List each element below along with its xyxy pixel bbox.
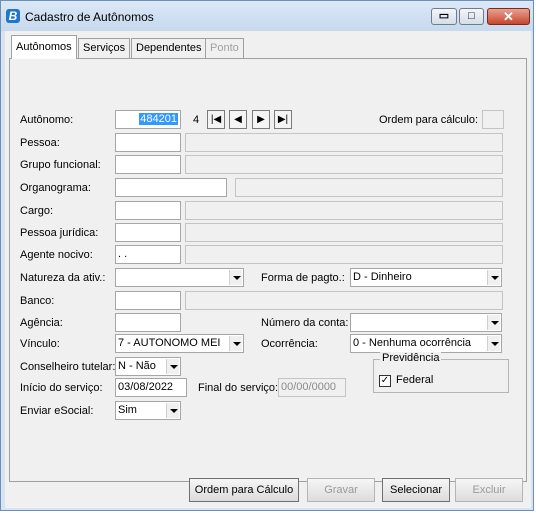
agente-nocivo-desc: [185, 245, 503, 264]
organograma-label: Organograma:: [20, 182, 91, 194]
last-icon: ▶|: [277, 114, 289, 125]
next-icon: ▶: [257, 114, 265, 125]
tab-servicos[interactable]: Serviços: [78, 38, 131, 58]
enviar-esocial-label: Enviar eSocial:: [20, 405, 94, 417]
pessoa-juridica-desc: [185, 223, 503, 242]
agencia-input[interactable]: [115, 313, 181, 332]
forma-pagto-label: Forma de pagto.:: [261, 272, 345, 284]
organograma-desc: [235, 178, 503, 197]
maximize-button[interactable]: □: [459, 8, 484, 25]
ocorrencia-label: Ocorrência:: [261, 338, 318, 350]
window-title: Cadastro de Autônomos: [25, 10, 154, 24]
inicio-servico-label: Início do serviço:: [20, 382, 103, 394]
chevron-down-icon: [487, 270, 500, 285]
close-icon: ✕: [503, 9, 514, 24]
vinculo-label: Vínculo:: [20, 338, 60, 350]
chevron-down-icon: [487, 315, 500, 330]
pessoa-juridica-input[interactable]: [115, 223, 181, 242]
grupo-funcional-label: Grupo funcional:: [20, 159, 101, 171]
prev-icon: ◀: [234, 114, 242, 125]
chevron-down-icon: [229, 336, 242, 351]
autonomo-code-input[interactable]: 484201: [115, 110, 181, 129]
cargo-label: Cargo:: [20, 205, 54, 217]
pessoa-label: Pessoa:: [20, 137, 60, 149]
pessoa-name-field: [185, 133, 503, 152]
vinculo-select[interactable]: 7 - AUTONOMO MEI: [115, 334, 244, 353]
chevron-down-icon: [229, 270, 242, 285]
grupo-funcional-input[interactable]: [115, 155, 181, 174]
previdencia-group: [373, 359, 509, 393]
organograma-input[interactable]: [115, 178, 227, 197]
tab-ponto: Ponto: [205, 38, 244, 58]
last-record-button[interactable]: ▶|: [274, 110, 292, 129]
chevron-down-icon: [166, 359, 179, 374]
autonomo-label: Autônomo:: [20, 114, 74, 126]
forma-pagto-select[interactable]: D - Dinheiro: [350, 268, 502, 287]
selecionar-button[interactable]: Selecionar: [382, 478, 450, 502]
inicio-servico-input[interactable]: 03/08/2022: [115, 378, 187, 397]
minimize-button[interactable]: ▭: [431, 8, 457, 25]
agente-nocivo-input[interactable]: . .: [115, 245, 181, 264]
final-servico-field: 00/00/0000: [278, 378, 346, 397]
prev-record-button[interactable]: ◀: [229, 110, 247, 129]
autonomo-digit: 4: [193, 114, 200, 126]
gravar-button: Gravar: [307, 478, 375, 502]
grupo-funcional-desc: [185, 155, 503, 174]
natureza-ativ-label: Natureza da ativ.:: [20, 272, 106, 284]
check-icon: ✓: [380, 375, 390, 386]
agente-nocivo-label: Agente nocivo:: [20, 249, 93, 261]
cargo-input[interactable]: [115, 201, 181, 220]
banco-desc: [185, 291, 503, 310]
pessoa-code-input[interactable]: [115, 133, 181, 152]
ordem-calculo-label: Ordem para cálculo:: [379, 114, 479, 126]
ordem-calculo-button[interactable]: Ordem para Cálculo: [189, 478, 299, 502]
enviar-esocial-select[interactable]: Sim: [115, 401, 181, 420]
cargo-desc: [185, 201, 503, 220]
banco-label: Banco:: [20, 295, 55, 307]
banco-input[interactable]: [115, 291, 181, 310]
maximize-icon: □: [468, 10, 475, 22]
natureza-ativ-select[interactable]: [115, 268, 244, 287]
agencia-label: Agência:: [20, 317, 63, 329]
conselheiro-tutelar-select[interactable]: N - Não: [115, 357, 181, 376]
previdencia-title: Previdência: [380, 352, 442, 364]
first-icon: |◀: [210, 114, 222, 125]
ordem-calculo-field: [482, 110, 504, 129]
first-record-button[interactable]: |◀: [207, 110, 225, 129]
final-servico-label: Final do serviço:: [198, 382, 279, 394]
minimize-icon: ▭: [438, 10, 450, 22]
tab-panel-autonomos: Autônomo: 484201 4 |◀ ◀ ▶ ▶| Ordem para …: [9, 58, 527, 482]
federal-label: Federal: [396, 374, 434, 386]
main-window: B Cadastro de Autônomos ▭ □ ✕ Autônomos …: [0, 0, 534, 511]
chevron-down-icon: [166, 403, 179, 418]
app-icon: B: [6, 9, 20, 23]
next-record-button[interactable]: ▶: [252, 110, 270, 129]
title-bar[interactable]: B Cadastro de Autônomos ▭ □ ✕: [1, 1, 533, 31]
close-button[interactable]: ✕: [487, 8, 530, 25]
ocorrencia-select[interactable]: 0 - Nenhuma ocorrência: [350, 334, 502, 353]
client-area: Autônomos Serviços Dependentes Ponto Aut…: [5, 31, 531, 508]
tab-dependentes[interactable]: Dependentes: [131, 38, 207, 58]
chevron-down-icon: [487, 336, 500, 351]
numero-conta-label: Número da conta:: [261, 317, 349, 329]
tab-autonomos[interactable]: Autônomos: [11, 35, 77, 59]
pessoa-juridica-label: Pessoa jurídica:: [20, 227, 99, 239]
conselheiro-tutelar-label: Conselheiro tutelar:: [20, 361, 116, 373]
federal-checkbox[interactable]: ✓: [379, 375, 391, 387]
numero-conta-select[interactable]: [350, 313, 502, 332]
excluir-button: Excluir: [455, 478, 523, 502]
